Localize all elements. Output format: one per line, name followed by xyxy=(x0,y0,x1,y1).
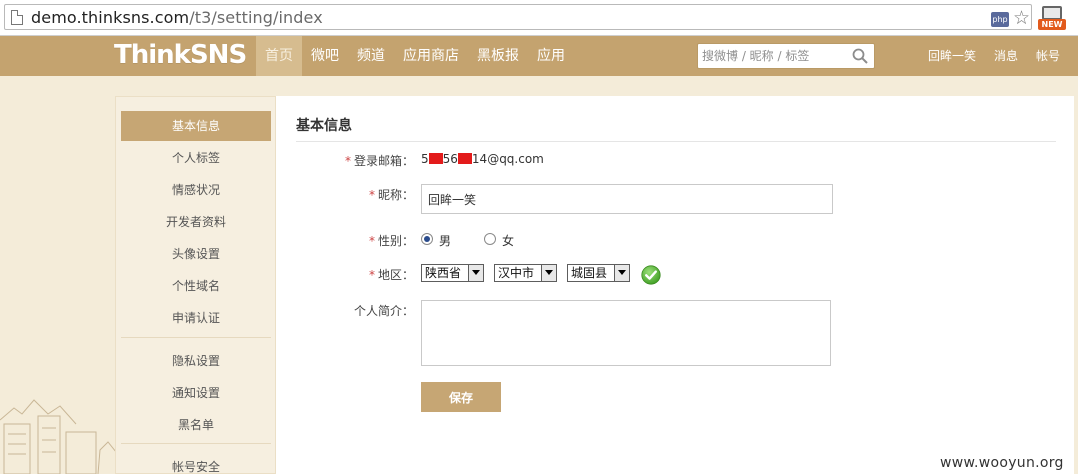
search-input[interactable] xyxy=(702,47,850,65)
county-value: 城固县 xyxy=(571,266,608,280)
extension-window-icon xyxy=(1042,6,1062,20)
save-button[interactable]: 保存 xyxy=(421,382,501,412)
sidebar-item-blacklist[interactable]: 黑名单 xyxy=(121,410,271,440)
nav-blackboard[interactable]: 黑板报 xyxy=(468,36,528,76)
region-label: * 地区： xyxy=(296,266,414,283)
url-field[interactable]: demo.thinksns.com/t3/setting/index php ☆ xyxy=(4,4,1032,30)
nickname-label: * 昵称： xyxy=(296,186,414,203)
gender-female-radio[interactable] xyxy=(484,233,496,245)
watermark-text: www.wooyun.org xyxy=(940,455,1064,471)
email-label: * 登录邮箱： xyxy=(296,152,414,169)
province-select[interactable]: 陕西省 xyxy=(421,264,484,282)
sidebar-item-tags[interactable]: 个人标签 xyxy=(121,143,271,173)
email-part: 14@qq.com xyxy=(471,152,544,166)
sidebar-item-basic-info[interactable]: 基本信息 xyxy=(121,111,271,141)
search-icon[interactable] xyxy=(852,48,868,64)
gender-male-label[interactable]: 男 xyxy=(439,232,451,249)
url-host: demo.thinksns.com xyxy=(31,8,190,27)
chevron-down-icon xyxy=(468,265,483,281)
chevron-down-icon xyxy=(541,265,556,281)
search-box xyxy=(697,43,875,69)
bookmark-star-icon[interactable]: ☆ xyxy=(1013,8,1030,28)
settings-sidebar: 基本信息 个人标签 情感状况 开发者资料 头像设置 个性域名 申请认证 隐私设置… xyxy=(115,96,276,474)
intro-textarea[interactable] xyxy=(421,300,831,366)
required-mark: * xyxy=(368,234,375,248)
nav-home[interactable]: 首页 xyxy=(256,36,302,76)
url-path: /t3/setting/index xyxy=(189,8,323,27)
email-part: 5 xyxy=(421,152,429,166)
new-badge: NEW xyxy=(1038,19,1066,30)
sidebar-item-privacy[interactable]: 隐私设置 xyxy=(121,346,271,376)
gender-female-label[interactable]: 女 xyxy=(502,232,514,249)
redaction-block xyxy=(428,153,443,164)
province-value: 陕西省 xyxy=(425,266,462,280)
sidebar-item-notifications[interactable]: 通知设置 xyxy=(121,378,271,408)
email-part: 56 xyxy=(442,152,458,166)
required-mark: * xyxy=(368,268,375,282)
nav-weiba[interactable]: 微吧 xyxy=(302,36,348,76)
required-mark: * xyxy=(344,154,351,168)
sidebar-item-account-security[interactable]: 帐号安全 xyxy=(121,452,271,474)
redaction-block xyxy=(457,153,472,164)
sidebar-item-developer[interactable]: 开发者资料 xyxy=(121,207,271,237)
user-links: 回眸一笑 消息 帐号 xyxy=(928,36,1078,76)
nickname-label-text: 昵称： xyxy=(377,188,414,202)
sidebar-divider xyxy=(121,337,271,338)
gender-label-text: 性别： xyxy=(377,234,414,248)
chevron-down-icon xyxy=(614,265,629,281)
page-title: 基本信息 xyxy=(296,118,352,134)
main-nav: 首页 微吧 频道 应用商店 黑板报 应用 xyxy=(256,36,574,76)
email-label-text: 登录邮箱： xyxy=(353,154,414,168)
user-profile-link[interactable]: 回眸一笑 xyxy=(928,36,976,76)
nav-channel[interactable]: 频道 xyxy=(348,36,394,76)
nav-apps[interactable]: 应用 xyxy=(528,36,574,76)
title-divider xyxy=(296,141,1056,142)
nav-app-store[interactable]: 应用商店 xyxy=(394,36,468,76)
check-circle-icon xyxy=(641,265,661,285)
region-label-text: 地区： xyxy=(377,268,414,282)
site-header: ThinkSNS 首页 微吧 频道 应用商店 黑板报 应用 回眸一笑 消息 帐号 xyxy=(0,36,1078,76)
site-logo[interactable]: ThinkSNS xyxy=(114,40,247,70)
settings-content: 基本信息 *登录邮箱： 55614@qq.com *昵称： *性别： 男 女 *… xyxy=(276,96,1074,474)
new-extension-icon[interactable]: NEW xyxy=(1038,6,1066,30)
gender-male-radio[interactable] xyxy=(421,233,433,245)
sidebar-item-relationship[interactable]: 情感状况 xyxy=(121,175,271,205)
email-value: 5 56 14@qq.com xyxy=(421,152,544,166)
url-text: demo.thinksns.com/t3/setting/index xyxy=(31,8,323,27)
county-select[interactable]: 城固县 xyxy=(567,264,630,282)
sidebar-item-avatar[interactable]: 头像设置 xyxy=(121,239,271,269)
required-mark: * xyxy=(368,188,375,202)
gender-label: * 性别： xyxy=(296,232,414,249)
sidebar-item-verify[interactable]: 申请认证 xyxy=(121,303,271,333)
messages-link[interactable]: 消息 xyxy=(994,36,1018,76)
sidebar-item-domain[interactable]: 个性域名 xyxy=(121,271,271,301)
city-select[interactable]: 汉中市 xyxy=(494,264,557,282)
account-link[interactable]: 帐号 xyxy=(1036,36,1060,76)
php-extension-icon[interactable]: php xyxy=(991,12,1009,27)
sidebar-divider xyxy=(121,443,271,444)
city-value: 汉中市 xyxy=(498,266,535,280)
intro-label: 个人简介： xyxy=(353,304,414,318)
page-icon xyxy=(11,10,23,25)
browser-address-bar: demo.thinksns.com/t3/setting/index php ☆… xyxy=(0,0,1078,36)
nickname-input[interactable] xyxy=(421,184,833,214)
